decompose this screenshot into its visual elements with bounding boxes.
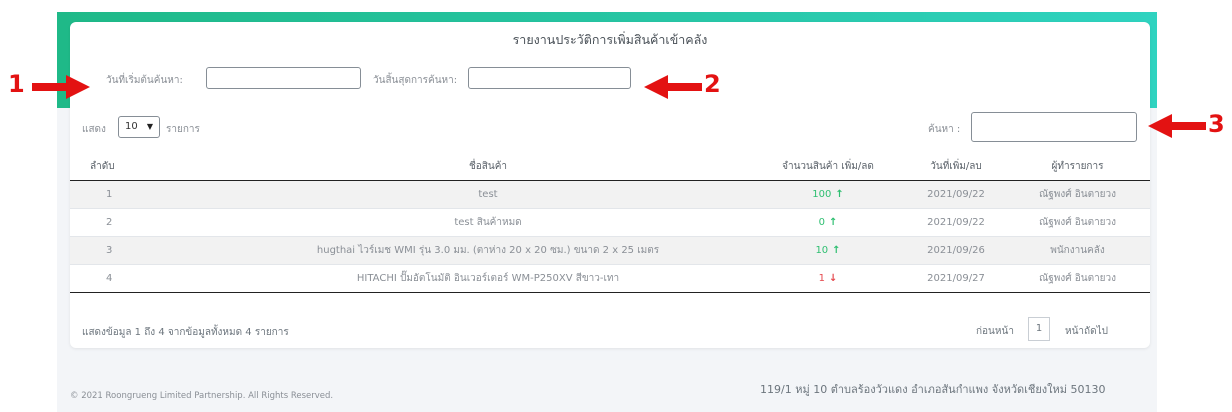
callout-arrow-right-icon <box>32 75 90 99</box>
cell-user: พนักงานคลัง <box>1005 236 1150 265</box>
end-date-input[interactable] <box>468 67 631 89</box>
page-length-select[interactable]: 10 ▼ <box>118 116 160 138</box>
table-row: 2 test สินค้าหมด 0 ↑ 2021/09/22 ณัฐพงศ์ อ… <box>70 208 1150 237</box>
end-date-label: วันสิ้นสุดการค้นหา: <box>373 75 458 86</box>
show-label: แสดง <box>82 124 106 135</box>
cell-date: 2021/09/22 <box>907 208 1005 237</box>
cell-date: 2021/09/22 <box>907 180 1005 209</box>
callout-arrow-left-icon <box>1148 114 1206 138</box>
address-text: 119/1 หมู่ 10 ตำบลร้องวัวแดง อำเภอสันกำแ… <box>760 383 1106 396</box>
entries-label: รายการ <box>166 124 200 135</box>
search-label: ค้นหา : <box>928 124 961 135</box>
search-input[interactable] <box>971 112 1137 142</box>
table-row: 1 test 100 ↑ 2021/09/22 ณัฐพงศ์ อินตายวง <box>70 180 1150 209</box>
table-row: 3 hugthai ไวร์เมช WMI รุ่น 3.0 มม. (ตาห่… <box>70 236 1150 265</box>
cell-no: 4 <box>70 264 227 293</box>
cell-name: HITACHI ปั๊มอัตโนมัติ อินเวอร์เตอร์ WM-P… <box>227 264 749 293</box>
cell-date: 2021/09/26 <box>907 236 1005 265</box>
col-header-name[interactable]: ชื่อสินค้า <box>227 152 749 181</box>
callout-number-1: 1 <box>8 70 25 98</box>
cell-qty: 1 ↓ <box>749 264 907 293</box>
col-header-no[interactable]: ลำดับ <box>70 152 227 181</box>
cell-qty: 0 ↑ <box>749 208 907 237</box>
cell-no: 1 <box>70 180 227 209</box>
qty-value: 100 <box>812 189 832 200</box>
page-number-button[interactable]: 1 <box>1028 317 1050 341</box>
report-card: รายงานประวัติการเพิ่มสินค้าเข้าคลัง วันท… <box>70 22 1150 348</box>
col-header-qty[interactable]: จำนวนสินค้า เพิ่ม/ลด <box>749 152 907 181</box>
callout-number-3: 3 <box>1208 110 1225 138</box>
cell-name: test <box>227 180 749 209</box>
cell-qty: 10 ↑ <box>749 236 907 265</box>
table-row: 4 HITACHI ปั๊มอัตโนมัติ อินเวอร์เตอร์ WM… <box>70 264 1150 293</box>
col-header-date[interactable]: วันที่เพิ่ม/ลบ <box>907 152 1005 181</box>
arrow-up-icon: ↑ <box>828 217 838 228</box>
table-header-row: ลำดับ ชื่อสินค้า จำนวนสินค้า เพิ่ม/ลด วั… <box>70 152 1150 181</box>
cell-name: hugthai ไวร์เมช WMI รุ่น 3.0 มม. (ตาห่าง… <box>227 236 749 265</box>
col-header-user[interactable]: ผู้ทำรายการ <box>1005 152 1150 181</box>
copyright-text: © 2021 Roongrueng Limited Partnership. A… <box>70 391 334 401</box>
cell-no: 2 <box>70 208 227 237</box>
cell-qty: 100 ↑ <box>749 180 907 209</box>
qty-value: 0 <box>818 217 825 228</box>
callout-arrow-left-icon <box>644 75 702 99</box>
arrow-down-icon: ↓ <box>828 273 838 284</box>
table-info: แสดงข้อมูล 1 ถึง 4 จากข้อมูลทั้งหมด 4 รา… <box>82 327 289 338</box>
cell-no: 3 <box>70 236 227 265</box>
cell-user: ณัฐพงศ์ อินตายวง <box>1005 208 1150 237</box>
start-date-input[interactable] <box>206 67 361 89</box>
history-table: ลำดับ ชื่อสินค้า จำนวนสินค้า เพิ่ม/ลด วั… <box>70 152 1150 293</box>
qty-value: 1 <box>818 273 825 284</box>
cell-name: test สินค้าหมด <box>227 208 749 237</box>
prev-page-link[interactable]: ก่อนหน้า <box>976 324 1014 339</box>
chevron-down-icon: ▼ <box>146 122 153 131</box>
arrow-up-icon: ↑ <box>832 245 841 256</box>
page-title: รายงานประวัติการเพิ่มสินค้าเข้าคลัง <box>512 32 708 47</box>
cell-user: ณัฐพงศ์ อินตายวง <box>1005 180 1150 209</box>
next-page-link[interactable]: หน้าถัดไป <box>1065 324 1108 339</box>
cell-date: 2021/09/27 <box>907 264 1005 293</box>
cell-user: ณัฐพงศ์ อินตายวง <box>1005 264 1150 293</box>
qty-value: 10 <box>815 245 829 256</box>
start-date-label: วันที่เริ่มต้นค้นหา: <box>106 75 183 86</box>
arrow-up-icon: ↑ <box>835 189 844 200</box>
page-length-value: 10 <box>125 121 138 132</box>
callout-number-2: 2 <box>704 70 721 98</box>
